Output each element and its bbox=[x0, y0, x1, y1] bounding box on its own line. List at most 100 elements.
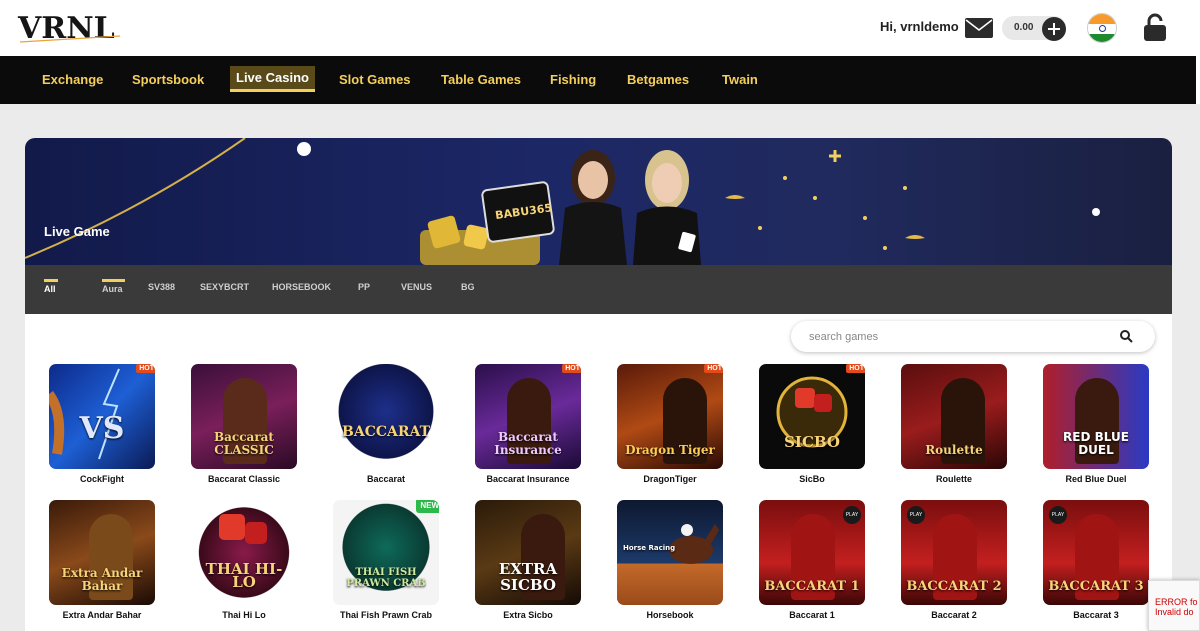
game-name: Horsebook bbox=[646, 610, 694, 620]
provider-horsebook[interactable]: HORSEBOOK bbox=[272, 282, 331, 292]
game-thumb: VS HOT bbox=[49, 364, 155, 469]
game-thumb: SICBO HOT bbox=[759, 364, 865, 469]
provider-aura[interactable]: Aura bbox=[102, 279, 124, 294]
search-box bbox=[791, 321, 1155, 352]
game-art-text: THAI HI-LO bbox=[205, 560, 283, 591]
main-nav: Exchange Sportsbook Live Casino Slot Gam… bbox=[0, 56, 1200, 104]
game-art-text: Dragon Tiger bbox=[625, 443, 715, 457]
game-name: Red Blue Duel bbox=[1065, 474, 1127, 484]
game-art-text: BACCARAT 3 bbox=[1048, 579, 1144, 594]
hot-badge: HOT bbox=[562, 364, 581, 373]
game-name: Extra Sicbo bbox=[503, 610, 553, 620]
live-casino-panel: BABU365 Live Game All Aura SV388 SEXYBCR… bbox=[25, 138, 1172, 631]
new-badge: NEW bbox=[416, 500, 439, 513]
nav-fishing[interactable]: Fishing bbox=[550, 72, 596, 87]
game-name: Thai Hi Lo bbox=[222, 610, 266, 620]
game-art-text: BACCARAT 2 bbox=[906, 579, 1002, 594]
game-card-red-blue-duel[interactable]: RED BLUE DUEL Red Blue Duel bbox=[1043, 364, 1149, 484]
play-badge: PLAY bbox=[843, 506, 861, 524]
lock-icon[interactable] bbox=[1142, 12, 1168, 42]
search-icon[interactable] bbox=[1119, 329, 1133, 343]
provider-tabs: All Aura SV388 SEXYBCRT HORSEBOOK PP VEN… bbox=[25, 265, 1172, 314]
nav-twain[interactable]: Twain bbox=[722, 72, 758, 87]
recaptcha-badge[interactable]: ERROR fo Invalid do bbox=[1148, 580, 1200, 631]
game-thumb: BACCARAT 1 PLAY bbox=[759, 500, 865, 605]
game-thumb: THAI FISH PRAWN CRAB NEW bbox=[333, 500, 439, 605]
game-name: Thai Fish Prawn Crab bbox=[339, 610, 433, 620]
hot-badge: HOT bbox=[704, 364, 723, 373]
nav-sportsbook[interactable]: Sportsbook bbox=[132, 72, 204, 87]
mail-icon[interactable] bbox=[964, 16, 994, 40]
game-art-text: Horse Racing bbox=[623, 544, 676, 552]
game-card-roulette[interactable]: Roulette Roulette bbox=[901, 364, 1007, 484]
game-card-thai-hi-lo[interactable]: THAI HI-LO Thai Hi Lo bbox=[191, 500, 297, 620]
game-name: Roulette bbox=[936, 474, 972, 484]
banner-title: Live Game bbox=[44, 224, 110, 239]
game-thumb: Roulette bbox=[901, 364, 1007, 469]
game-card-cockfight[interactable]: VS HOT CockFight bbox=[49, 364, 155, 484]
search-input[interactable] bbox=[809, 328, 1109, 346]
vrnl-logo[interactable]: VRNL bbox=[16, 8, 126, 48]
game-thumb: EXTRA SICBO bbox=[475, 500, 581, 605]
provider-venus[interactable]: VENUS bbox=[401, 282, 432, 292]
recaptcha-error-line2: Invalid do bbox=[1155, 607, 1194, 617]
game-thumb: BACCARAT bbox=[333, 364, 439, 469]
provider-sv388[interactable]: SV388 bbox=[148, 282, 175, 292]
game-art-text: RED BLUE DUEL bbox=[1063, 430, 1129, 457]
game-card-horsebook[interactable]: Horse Racing Horsebook bbox=[617, 500, 723, 620]
game-name: Baccarat Insurance bbox=[486, 474, 570, 484]
game-card-extra-sicbo[interactable]: EXTRA SICBO Extra Sicbo bbox=[475, 500, 581, 620]
hot-badge: HOT bbox=[136, 364, 155, 373]
game-name: Baccarat 2 bbox=[931, 610, 977, 620]
game-thumb: THAI HI-LO bbox=[191, 500, 297, 605]
game-thumb: Extra Andar Bahar bbox=[49, 500, 155, 605]
hot-badge: HOT bbox=[846, 364, 865, 373]
game-thumb: BACCARAT 3 PLAY bbox=[1043, 500, 1149, 605]
provider-bg[interactable]: BG bbox=[461, 282, 475, 292]
balance-value: 0.00 bbox=[1014, 22, 1034, 33]
game-name: CockFight bbox=[80, 474, 124, 484]
game-card-extra-andar-bahar[interactable]: Extra Andar Bahar Extra Andar Bahar bbox=[49, 500, 155, 620]
game-card-baccarat-classic[interactable]: Baccarat CLASSIC Baccarat Classic bbox=[191, 364, 297, 484]
game-card-thai-fish-prawn-crab[interactable]: THAI FISH PRAWN CRAB NEW Thai Fish Prawn… bbox=[333, 500, 439, 620]
game-card-baccarat-2[interactable]: BACCARAT 2 PLAY Baccarat 2 bbox=[901, 500, 1007, 620]
dice-art bbox=[776, 376, 848, 448]
game-art-text: BACCARAT 1 bbox=[764, 579, 860, 594]
nav-table-games[interactable]: Table Games bbox=[441, 72, 521, 87]
live-game-banner: BABU365 Live Game bbox=[25, 138, 1172, 265]
game-thumb: Horse Racing bbox=[617, 500, 723, 605]
game-card-baccarat-1[interactable]: BACCARAT 1 PLAY Baccarat 1 bbox=[759, 500, 865, 620]
game-name: Baccarat Classic bbox=[207, 474, 281, 484]
game-art-text: EXTRA SICBO bbox=[498, 560, 558, 594]
nav-betgames[interactable]: Betgames bbox=[627, 72, 689, 87]
game-art-text: SICBO bbox=[784, 433, 840, 451]
game-art-text: Extra Andar Bahar bbox=[61, 566, 143, 593]
india-flag-icon[interactable] bbox=[1087, 13, 1117, 43]
provider-pp[interactable]: PP bbox=[358, 282, 370, 292]
game-thumb: Dragon Tiger HOT bbox=[617, 364, 723, 469]
game-art-text: Baccarat CLASSIC bbox=[214, 430, 274, 457]
game-card-baccarat-insurance[interactable]: Baccarat Insurance HOT Baccarat Insuranc… bbox=[475, 364, 581, 484]
game-thumb: BACCARAT 2 PLAY bbox=[901, 500, 1007, 605]
game-name: DragonTiger bbox=[643, 474, 697, 484]
game-art-text: BACCARAT bbox=[342, 424, 430, 440]
play-badge: PLAY bbox=[907, 506, 925, 524]
play-badge: PLAY bbox=[1049, 506, 1067, 524]
plus-icon[interactable] bbox=[1042, 17, 1066, 41]
nav-live-casino[interactable]: Live Casino bbox=[230, 66, 315, 92]
game-name: Baccarat 3 bbox=[1073, 610, 1119, 620]
game-art-text: Roulette bbox=[925, 443, 983, 457]
game-card-dragontiger[interactable]: Dragon Tiger HOT DragonTiger bbox=[617, 364, 723, 484]
game-card-baccarat-3[interactable]: BACCARAT 3 PLAY Baccarat 3 bbox=[1043, 500, 1149, 620]
nav-exchange[interactable]: Exchange bbox=[42, 72, 103, 87]
nav-slot-games[interactable]: Slot Games bbox=[339, 72, 411, 87]
game-thumb: RED BLUE DUEL bbox=[1043, 364, 1149, 469]
game-art-text: VS bbox=[79, 411, 125, 446]
game-card-sicbo[interactable]: SICBO HOT SicBo bbox=[759, 364, 865, 484]
provider-all[interactable]: All bbox=[44, 279, 57, 294]
game-thumb: Baccarat CLASSIC bbox=[191, 364, 297, 469]
game-card-baccarat[interactable]: BACCARAT Baccarat bbox=[333, 364, 439, 484]
game-name: Baccarat bbox=[366, 474, 406, 484]
recaptcha-error-line1: ERROR fo bbox=[1155, 597, 1198, 607]
provider-sexybcrt[interactable]: SEXYBCRT bbox=[200, 282, 249, 292]
